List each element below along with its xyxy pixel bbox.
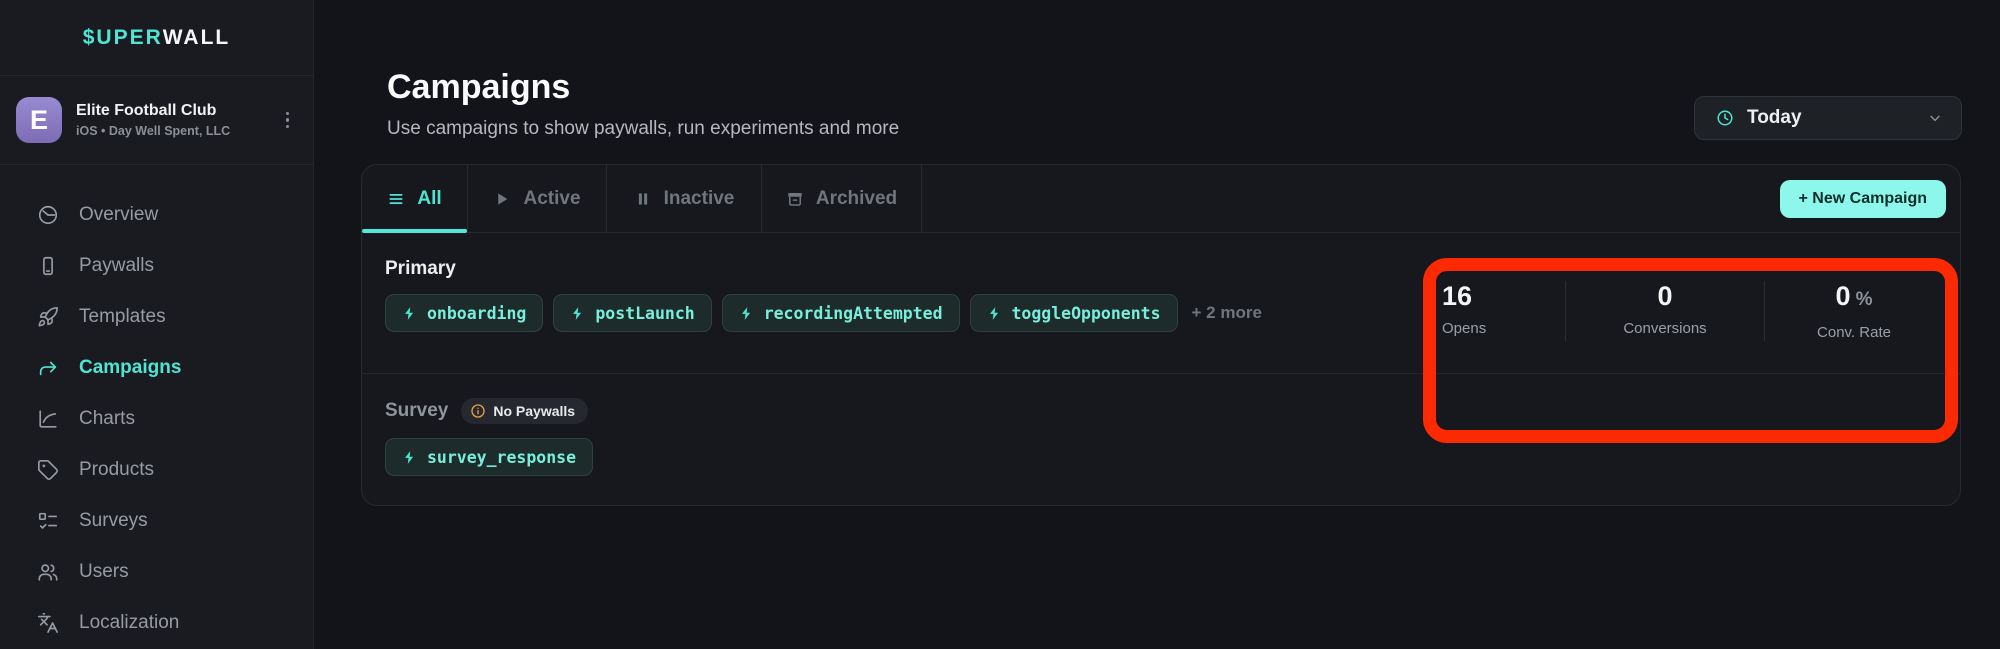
bolt-icon [987,306,1002,321]
trigger-chip: toggleOpponents [970,294,1178,332]
trigger-chip: onboarding [385,294,543,332]
stat-number: 0 [1836,281,1851,311]
workspace-subtitle: iOS • Day Well Spent, LLC [76,124,268,138]
date-range-value: Today [1747,107,1914,129]
gauge-icon [37,204,59,226]
chevron-down-icon [1927,110,1943,126]
checklist-icon [37,510,59,532]
sidebar: $UPERWALL E Elite Football Club iOS • Da… [0,0,314,649]
campaign-name: Primary [385,233,456,280]
campaign-row-survey[interactable]: Survey No Paywalls survey_response [362,373,1960,504]
superwall-logo: $UPERWALL [0,0,313,76]
workspace-switcher[interactable]: E Elite Football Club iOS • Day Well Spe… [0,76,313,165]
tag-icon [37,459,59,481]
sidebar-item-products[interactable]: Products [0,444,313,495]
trigger-label: postLaunch [595,304,694,323]
badge-label: No Paywalls [493,403,575,419]
bolt-icon [570,306,585,321]
main-content: Today Campaigns Use campaigns to show pa… [314,0,2000,649]
stat-value: 0 [1657,281,1672,311]
phone-icon [37,255,59,277]
trigger-label: recordingAttempted [764,304,943,323]
workspace-avatar: E [16,97,62,143]
trigger-label: onboarding [427,304,526,323]
tab-label: Archived [816,188,897,210]
bolt-icon [739,306,754,321]
stat-label: Opens [1442,320,1486,337]
tab-archived[interactable]: Archived [762,165,922,232]
new-campaign-button[interactable]: + New Campaign [1780,180,1946,218]
sidebar-item-label: Localization [79,612,179,634]
trigger-chip: recordingAttempted [722,294,960,332]
trigger-label: toggleOpponents [1012,304,1161,323]
stat-value: 16 [1442,281,1472,311]
languages-icon [37,612,59,634]
clock-icon [1716,109,1734,127]
stat-conv-rate: 0% Conv. Rate [1764,281,1943,341]
sidebar-item-label: Campaigns [79,357,181,379]
sidebar-item-paywalls[interactable]: Paywalls [0,240,313,291]
sidebar-item-label: Users [79,561,129,583]
users-icon [37,561,59,583]
info-icon [470,403,486,419]
sidebar-item-label: Templates [79,306,166,328]
date-range-select[interactable]: Today [1694,96,1962,140]
trigger-chip-list: survey_response [385,438,1960,476]
sidebar-item-overview[interactable]: Overview [0,189,313,240]
sidebar-item-localization[interactable]: Localization [0,597,313,648]
sidebar-item-label: Charts [79,408,135,430]
campaign-tabs: All Active Inactive Archived + New Campa… [362,165,1960,233]
pause-icon [634,190,652,208]
archive-icon [786,190,804,208]
more-triggers-label: + 2 more [1192,303,1262,323]
stat-conversions: 0 Conversions [1565,281,1764,341]
bolt-icon [402,306,417,321]
logo-accent-text: $UPER [83,26,163,50]
tab-all[interactable]: All [362,165,468,232]
stat-value: 0% [1836,281,1873,315]
stat-suffix: % [1856,289,1873,310]
stat-label: Conv. Rate [1817,324,1891,341]
sidebar-item-users[interactable]: Users [0,546,313,597]
sidebar-item-label: Paywalls [79,255,154,277]
play-icon [493,190,511,208]
sidebar-item-charts[interactable]: Charts [0,393,313,444]
tab-label: All [417,188,441,210]
logo-rest-text: WALL [163,26,230,50]
line-chart-icon [37,408,59,430]
sidebar-item-label: Products [79,459,154,481]
stat-label: Conversions [1623,320,1706,337]
no-paywalls-badge: No Paywalls [461,398,588,424]
sidebar-item-templates[interactable]: Templates [0,291,313,342]
trigger-chip: postLaunch [553,294,711,332]
rocket-icon [37,306,59,328]
campaigns-panel: All Active Inactive Archived + New Campa… [361,164,1961,506]
tab-active[interactable]: Active [468,165,607,232]
bolt-icon [402,450,417,465]
tab-label: Active [523,188,580,210]
workspace-menu-icon[interactable] [282,108,294,133]
workspace-name: Elite Football Club [76,102,268,120]
sidebar-nav: Overview Paywalls Templates Campaigns Ch… [0,165,313,648]
list-icon [387,190,405,208]
trigger-chip: survey_response [385,438,593,476]
stat-opens: 16 Opens [1435,281,1565,341]
forward-arrow-icon [37,357,59,379]
sidebar-item-surveys[interactable]: Surveys [0,495,313,546]
campaign-stats: 16 Opens 0 Conversions 0% Conv. Rate [1435,281,1943,341]
tab-inactive[interactable]: Inactive [607,165,762,232]
campaign-name: Survey [385,400,448,422]
sidebar-item-label: Surveys [79,510,148,532]
campaign-row-primary[interactable]: Primary onboarding postLaunch recordingA… [362,233,1960,373]
trigger-label: survey_response [427,448,576,467]
tab-label: Inactive [664,188,735,210]
sidebar-item-campaigns[interactable]: Campaigns [0,342,313,393]
sidebar-item-label: Overview [79,204,158,226]
